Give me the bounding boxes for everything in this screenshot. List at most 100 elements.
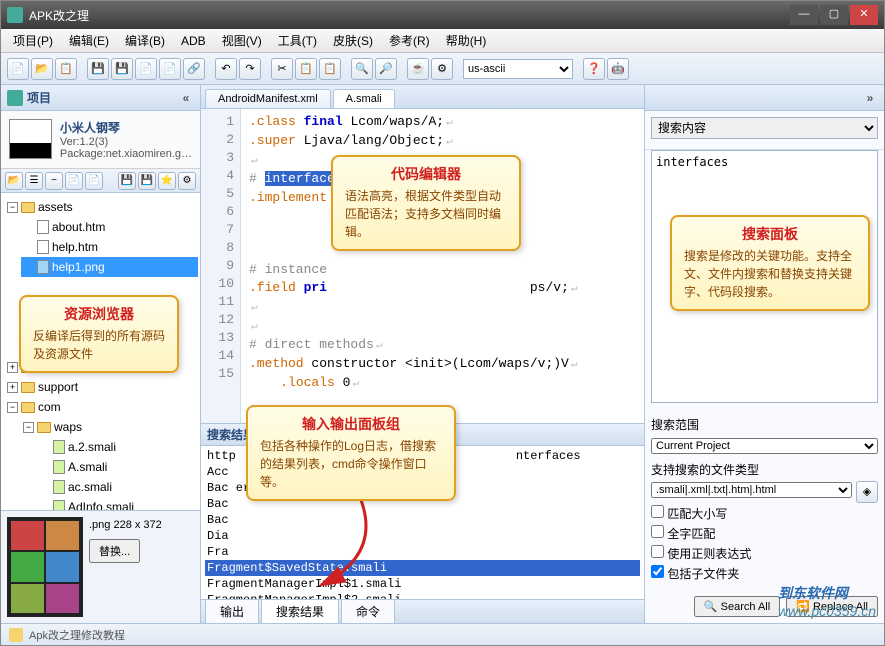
callout-editor: 代码编辑器 语法高亮，根据文件类型自动匹配语法；支持多文档同时编辑。: [331, 155, 521, 251]
filetypes-browse-icon[interactable]: ◈: [856, 481, 878, 503]
expand-icon[interactable]: +: [7, 362, 18, 373]
tree-file[interactable]: AdInfo.smali: [68, 498, 134, 510]
tree-file[interactable]: A.smali: [68, 458, 107, 476]
tree-folder[interactable]: waps: [54, 418, 82, 436]
search-all-button[interactable]: 🔍 Search All: [694, 596, 780, 617]
result-row[interactable]: FragmentManagerImpl$2.smali: [205, 592, 640, 599]
gear-icon[interactable]: ⚙: [431, 58, 453, 80]
tree-doc1-icon[interactable]: 📄: [65, 172, 83, 190]
tree-star-icon[interactable]: ⭐: [158, 172, 176, 190]
tab-manifest[interactable]: AndroidManifest.xml: [205, 89, 331, 108]
opt-subfolders[interactable]: 包括子文件夹: [651, 564, 878, 584]
tab-search-results[interactable]: 搜索结果: [261, 599, 339, 623]
filetypes-select[interactable]: .smali|.xml|.txt|.htm|.html: [651, 482, 852, 498]
tree-file[interactable]: a.2.smali: [68, 438, 116, 456]
link-icon[interactable]: 🔗: [183, 58, 205, 80]
expand-icon[interactable]: −: [23, 422, 34, 433]
result-row[interactable]: Bac: [205, 512, 640, 528]
clipboard-icon[interactable]: 📋: [55, 58, 77, 80]
expand-icon[interactable]: −: [7, 402, 18, 413]
close-button[interactable]: ✕: [850, 5, 878, 25]
menu-reference[interactable]: 参考(R): [381, 29, 438, 52]
doc-icon[interactable]: 📄: [135, 58, 157, 80]
new-icon[interactable]: 📄: [7, 58, 29, 80]
project-info: 小米人钢琴 Ver:1.2(3) Package:net.xiaomiren.g…: [1, 111, 200, 169]
opt-whole[interactable]: 全字匹配: [651, 524, 878, 544]
opt-case[interactable]: 匹配大小写: [651, 504, 878, 524]
copy-icon[interactable]: 📋: [295, 58, 317, 80]
preview-dimensions: .png 228 x 372: [89, 517, 162, 533]
regex-checkbox[interactable]: [651, 545, 664, 558]
result-row[interactable]: Fra: [205, 544, 640, 560]
minimize-button[interactable]: —: [790, 5, 818, 25]
encoding-select[interactable]: us-ascii: [463, 59, 573, 79]
result-row-selected[interactable]: Fragment$SavedState.smali: [205, 560, 640, 576]
file-icon: [37, 240, 49, 254]
findrepl-icon[interactable]: 🔎: [375, 58, 397, 80]
tree-save-icon[interactable]: 💾: [118, 172, 136, 190]
tree-list-icon[interactable]: ☰: [25, 172, 43, 190]
help-icon[interactable]: ❓: [583, 58, 605, 80]
project-name: 小米人钢琴: [60, 119, 192, 136]
menu-adb[interactable]: ADB: [173, 31, 214, 51]
project-version: Ver:1.2(3): [60, 136, 192, 148]
menu-edit[interactable]: 编辑(E): [61, 29, 117, 52]
tree-file[interactable]: about.htm: [52, 218, 105, 236]
replace-button[interactable]: 替换...: [89, 539, 140, 563]
tab-output[interactable]: 输出: [205, 599, 259, 623]
scope-select[interactable]: Current Project: [651, 438, 878, 454]
cut-icon[interactable]: ✂: [271, 58, 293, 80]
menu-project[interactable]: 项目(P): [5, 29, 61, 52]
saveall-icon[interactable]: 💾: [111, 58, 133, 80]
tree-folder[interactable]: assets: [38, 198, 73, 216]
whole-checkbox[interactable]: [651, 525, 664, 538]
result-row[interactable]: FragmentManagerImpl$1.smali: [205, 576, 640, 592]
collapse-icon[interactable]: «: [178, 91, 194, 105]
paste-icon[interactable]: 📋: [319, 58, 341, 80]
case-checkbox[interactable]: [651, 505, 664, 518]
menu-compile[interactable]: 编译(B): [117, 29, 173, 52]
save-icon[interactable]: 💾: [87, 58, 109, 80]
app-thumbnail-icon: [9, 119, 52, 159]
tree-file[interactable]: help.htm: [52, 238, 98, 256]
doc2-icon[interactable]: 📄: [159, 58, 181, 80]
tree-folder[interactable]: com: [38, 398, 61, 416]
result-row[interactable]: Dia: [205, 528, 640, 544]
menu-help[interactable]: 帮助(H): [438, 29, 495, 52]
tree-doc2-icon[interactable]: 📄: [85, 172, 103, 190]
tab-smali[interactable]: A.smali: [333, 89, 395, 108]
app-window: APK改之理 — ▢ ✕ 项目(P) 编辑(E) 编译(B) ADB 视图(V)…: [0, 0, 885, 646]
tree-gear-icon[interactable]: ⚙: [178, 172, 196, 190]
android-icon[interactable]: 🤖: [607, 58, 629, 80]
callout-resources: 资源浏览器 反编译后得到的所有源码及资源文件: [19, 295, 179, 373]
tree-folder[interactable]: support: [38, 378, 78, 396]
scope-label: 搜索范围: [651, 415, 878, 435]
subfolders-checkbox[interactable]: [651, 565, 664, 578]
folder-icon: [21, 202, 35, 213]
redo-icon[interactable]: ↷: [239, 58, 261, 80]
maximize-button[interactable]: ▢: [820, 5, 848, 25]
tree-file-selected[interactable]: help1.png: [52, 258, 105, 276]
tree-open-icon[interactable]: 📂: [5, 172, 23, 190]
project-icon: [7, 90, 23, 106]
expand-icon[interactable]: −: [7, 202, 18, 213]
tree-collapse-icon[interactable]: −: [45, 172, 63, 190]
menu-skin[interactable]: 皮肤(S): [325, 29, 381, 52]
java-icon[interactable]: ☕: [407, 58, 429, 80]
folder-icon: [37, 422, 51, 433]
find-icon[interactable]: 🔍: [351, 58, 373, 80]
undo-icon[interactable]: ↶: [215, 58, 237, 80]
collapse-right-icon[interactable]: »: [862, 91, 878, 105]
tree-file[interactable]: ac.smali: [68, 478, 112, 496]
main-area: 项目 « 小米人钢琴 Ver:1.2(3) Package:net.xiaomi…: [1, 85, 884, 623]
menu-tools[interactable]: 工具(T): [270, 29, 325, 52]
main-toolbar: 📄 📂 📋 💾 💾 📄 📄 🔗 ↶ ↷ ✂ 📋 📋 🔍 🔎 ☕ ⚙ us-asc…: [1, 53, 884, 85]
tree-save2-icon[interactable]: 💾: [138, 172, 156, 190]
menu-view[interactable]: 视图(V): [214, 29, 270, 52]
expand-icon[interactable]: +: [7, 382, 18, 393]
statusbar: Apk改之理修改教程: [1, 623, 884, 645]
tab-command[interactable]: 命令: [341, 599, 395, 623]
open-icon[interactable]: 📂: [31, 58, 53, 80]
opt-regex[interactable]: 使用正则表达式: [651, 544, 878, 564]
search-content-select[interactable]: 搜索内容: [651, 117, 878, 139]
